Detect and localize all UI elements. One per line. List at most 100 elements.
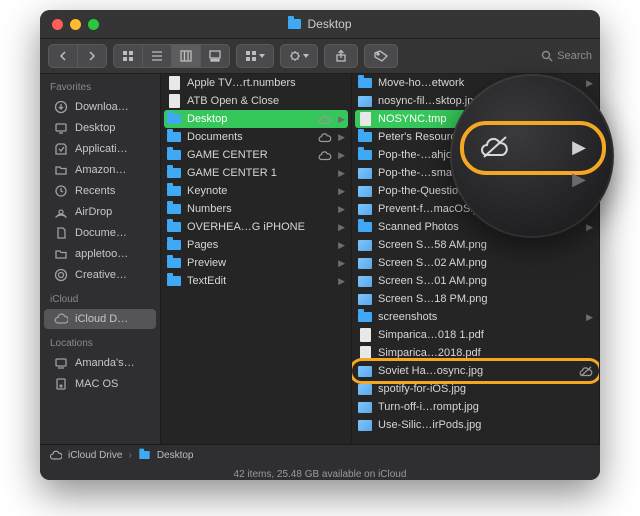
sidebar-item-label: Recents <box>75 185 115 197</box>
chevron-right-icon: ▶ <box>338 258 345 269</box>
file-row[interactable]: TextEdit▶ <box>161 272 351 290</box>
chevron-right-icon: ▶ <box>586 222 593 233</box>
file-name: spotify-for-iOS.jpg <box>378 383 593 395</box>
gallery-view-button[interactable] <box>201 45 229 67</box>
img-icon <box>358 238 372 252</box>
file-name: Screen S…18 PM.png <box>378 293 593 305</box>
cloud-icon <box>54 312 68 326</box>
file-row[interactable]: screenshots ▶ <box>352 308 599 326</box>
file-row[interactable]: Screen S…18 PM.png <box>352 290 599 308</box>
sidebar-item[interactable]: Amanda's… <box>44 353 156 373</box>
chevron-right-icon: ▶ <box>338 132 345 143</box>
path-segment[interactable]: Desktop <box>157 450 194 461</box>
file-row[interactable]: Screen S…01 AM.png <box>352 272 599 290</box>
file-row[interactable]: Keynote▶ <box>161 182 351 200</box>
column-1[interactable]: Apple TV…rt.numbers ATB Open & Close Deskt… <box>161 74 352 444</box>
share-button[interactable] <box>324 44 358 68</box>
folder-icon <box>139 451 149 459</box>
img-icon <box>358 274 372 288</box>
file-row[interactable]: Screen S…58 AM.png <box>352 236 599 254</box>
close-window-button[interactable] <box>52 19 63 30</box>
sidebar-item[interactable]: Recents <box>44 181 156 201</box>
sidebar-item[interactable]: Docume… <box>44 223 156 243</box>
icon-view-button[interactable] <box>114 45 142 67</box>
folder-icon <box>358 130 372 144</box>
img-icon <box>358 418 372 432</box>
file-row[interactable]: Simparica…018 1.pdf <box>352 326 599 344</box>
folder-icon <box>54 247 68 261</box>
nav-buttons <box>48 44 107 68</box>
file-name: screenshots <box>378 311 580 323</box>
file-row[interactable]: Screen S…02 AM.png <box>352 254 599 272</box>
sidebar-item[interactable]: Desktop <box>44 118 156 138</box>
minimize-window-button[interactable] <box>70 19 81 30</box>
sidebar-item[interactable]: iCloud D… <box>44 309 156 329</box>
folder-icon <box>358 76 372 90</box>
sidebar-item[interactable]: Creative… <box>44 265 156 285</box>
file-name: Pages <box>187 239 332 251</box>
cloud-icon <box>50 450 62 460</box>
file-row[interactable]: GAME CENTER▶ <box>161 146 351 164</box>
sidebar-item-label: Creative… <box>75 269 127 281</box>
sidebar-item-label: Amazon… <box>75 164 126 176</box>
folder-icon <box>358 220 372 234</box>
sidebar-item[interactable]: AirDrop <box>44 202 156 222</box>
file-row[interactable]: ATB Open & Close <box>161 92 351 110</box>
sidebar-item[interactable]: appletoo… <box>44 244 156 264</box>
forward-button[interactable] <box>78 45 106 67</box>
action-button[interactable] <box>281 45 317 67</box>
file-row[interactable]: Numbers▶ <box>161 200 351 218</box>
file-row[interactable]: GAME CENTER 1▶ <box>161 164 351 182</box>
doc-icon <box>54 226 68 240</box>
sidebar-item[interactable]: MAC OS <box>44 374 156 394</box>
sidebar-item-label: Amanda's… <box>75 357 135 369</box>
folder-icon <box>358 310 372 324</box>
file-row[interactable]: OVERHEA…G iPHONE▶ <box>161 218 351 236</box>
folder-icon <box>167 130 181 144</box>
file-row[interactable]: Pages▶ <box>161 236 351 254</box>
list-view-button[interactable] <box>143 45 171 67</box>
path-bar[interactable]: iCloud Drive › Desktop <box>40 444 600 465</box>
sidebar-item[interactable]: Downloa… <box>44 97 156 117</box>
cc-icon <box>54 268 68 282</box>
file-name: Keynote <box>187 185 332 197</box>
chevron-right-icon: ▶ <box>338 222 345 233</box>
search-field[interactable]: Search <box>541 50 592 62</box>
column-view-button[interactable] <box>172 45 200 67</box>
arrange-button[interactable] <box>237 45 273 67</box>
file-row[interactable]: Turn-off-i…rompt.jpg <box>352 398 599 416</box>
sidebar-item[interactable]: Amazon… <box>44 160 156 180</box>
file-row[interactable]: Apple TV…rt.numbers <box>161 74 351 92</box>
file-row[interactable]: Use-Silic…irPods.jpg <box>352 416 599 434</box>
file-row[interactable]: Preview ▶ <box>161 254 351 272</box>
toolbar: Search <box>40 39 600 74</box>
desktop-icon <box>54 121 68 135</box>
file-row[interactable]: Documents▶ <box>161 128 351 146</box>
sidebar-item[interactable]: Applicati… <box>44 139 156 159</box>
window-title: Desktop <box>307 17 351 31</box>
tags-button[interactable] <box>364 44 398 68</box>
file-row[interactable]: spotify-for-iOS.jpg <box>352 380 599 398</box>
chevron-right-icon: ▶ <box>572 169 586 190</box>
chevron-right-icon: ▶ <box>338 204 345 215</box>
chevron-right-icon: ▶ <box>586 312 593 323</box>
file-row[interactable]: Simparica…2018.pdf <box>352 344 599 362</box>
magnifier-callout: ▶ ▶ <box>450 74 614 238</box>
chevron-right-icon: ▶ <box>338 276 345 287</box>
file-row[interactable]: Desktop▶ <box>164 110 348 128</box>
path-segment[interactable]: iCloud Drive <box>68 450 122 461</box>
file-row[interactable]: Soviet Ha…osync.jpg <box>352 362 599 380</box>
sidebar-item-label: iCloud D… <box>75 313 128 325</box>
img-icon <box>358 382 372 396</box>
back-button[interactable] <box>49 45 77 67</box>
doc-icon <box>358 112 372 126</box>
file-name: ATB Open & Close <box>187 95 345 107</box>
file-name: Preview <box>187 257 332 269</box>
img-icon <box>358 256 372 270</box>
disk-icon <box>54 377 68 391</box>
folder-icon <box>167 238 181 252</box>
folder-icon <box>167 166 181 180</box>
cloud-slash-icon <box>579 366 593 377</box>
zoom-window-button[interactable] <box>88 19 99 30</box>
pdf-icon <box>358 346 372 360</box>
